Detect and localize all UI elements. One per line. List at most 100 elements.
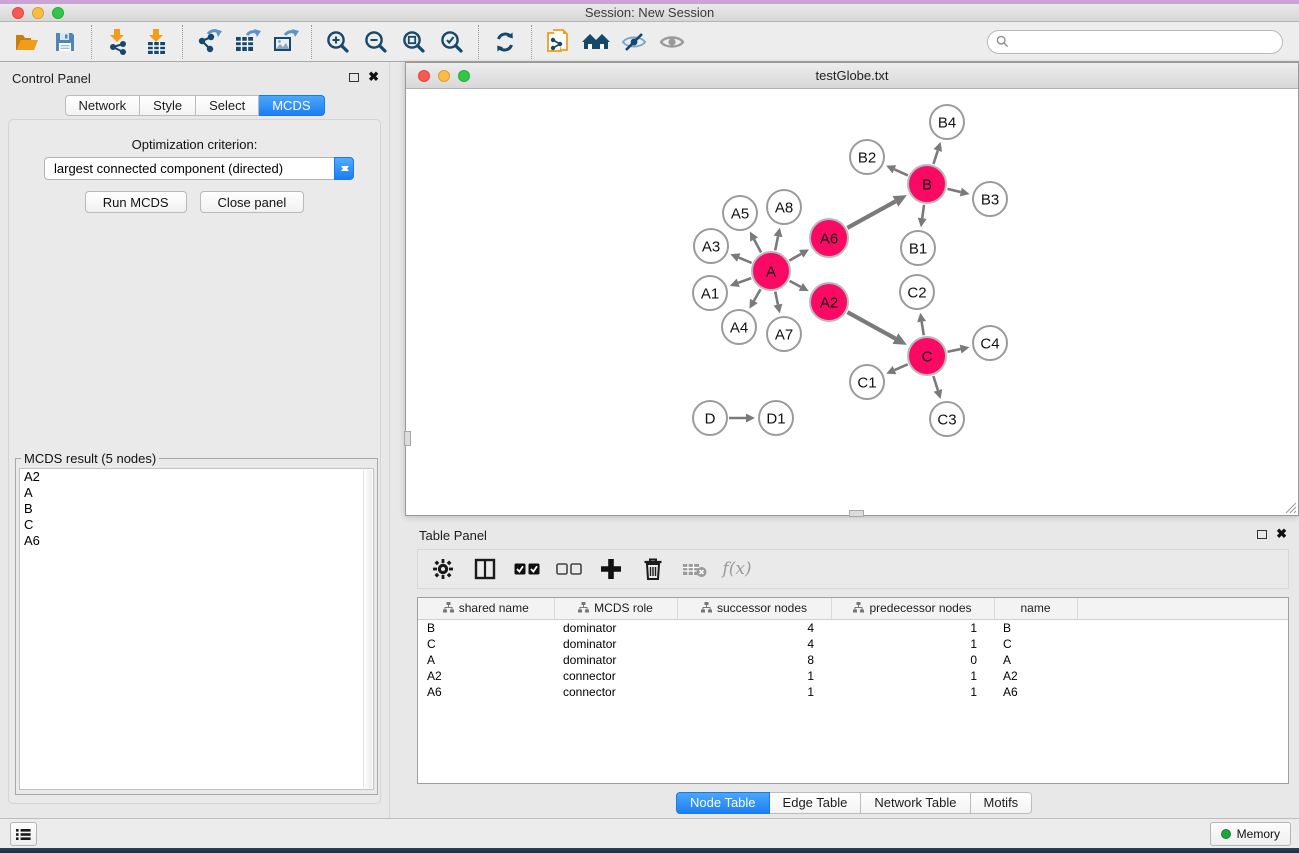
cell-name[interactable]: C bbox=[994, 636, 1077, 652]
cell-successor-nodes[interactable]: 1 bbox=[677, 668, 831, 684]
hide-panels-button[interactable] bbox=[615, 25, 653, 59]
cell-mcds-role[interactable]: dominator bbox=[554, 636, 677, 652]
edge-A6-B[interactable] bbox=[847, 201, 895, 227]
edge-B-B2[interactable] bbox=[894, 169, 907, 175]
show-panels-button[interactable] bbox=[653, 25, 691, 59]
mcds-result-list[interactable]: A2ABCA6 bbox=[19, 468, 374, 790]
delete-column-button[interactable] bbox=[640, 555, 666, 583]
table-row[interactable]: Bdominator41B bbox=[418, 619, 1288, 636]
column-header-name[interactable]: name bbox=[994, 598, 1077, 619]
float-table-panel-icon[interactable] bbox=[1257, 530, 1267, 539]
edge-A-A1[interactable] bbox=[738, 278, 751, 283]
import-network-button[interactable] bbox=[99, 25, 137, 59]
mcds-result-item-b[interactable]: B bbox=[20, 501, 373, 517]
memory-button[interactable]: Memory bbox=[1210, 822, 1291, 846]
edge-A-A8[interactable] bbox=[775, 236, 778, 250]
cell-name[interactable]: A2 bbox=[994, 668, 1077, 684]
node-table[interactable]: shared nameMCDS rolesuccessor nodesprede… bbox=[417, 597, 1289, 784]
task-history-button[interactable] bbox=[10, 822, 37, 846]
cell-shared-name[interactable]: A6 bbox=[418, 684, 554, 700]
tab-node-table[interactable]: Node Table bbox=[676, 792, 770, 814]
network-canvas[interactable]: B4B2BB3A8A5A6A3B1AC2A1A2A4A7C4CC1C3DD1 bbox=[406, 89, 1298, 515]
run-mcds-button[interactable]: Run MCDS bbox=[85, 191, 187, 213]
mcds-result-item-c[interactable]: C bbox=[20, 517, 373, 533]
export-image-button[interactable] bbox=[266, 25, 304, 59]
network-window-titlebar[interactable]: testGlobe.txt bbox=[406, 63, 1298, 89]
criterion-dropdown[interactable]: largest connected component (directed) bbox=[44, 157, 354, 180]
maximize-network-button[interactable] bbox=[458, 70, 470, 82]
edge-C-C2[interactable] bbox=[922, 322, 924, 336]
cell-successor-nodes[interactable]: 4 bbox=[677, 636, 831, 652]
mcds-result-item-a2[interactable]: A2 bbox=[20, 469, 373, 485]
table-row[interactable]: Cdominator41C bbox=[418, 636, 1288, 652]
select-all-button[interactable] bbox=[514, 555, 540, 583]
dropdown-stepper-icon[interactable] bbox=[334, 157, 354, 180]
add-column-button[interactable] bbox=[598, 555, 624, 583]
tab-network-table[interactable]: Network Table bbox=[861, 792, 970, 814]
tab-mcds[interactable]: MCDS bbox=[259, 95, 324, 116]
home-view-button[interactable] bbox=[577, 25, 615, 59]
function-builder-button[interactable]: f(x) bbox=[724, 555, 750, 583]
cell-predecessor-nodes[interactable]: 0 bbox=[831, 652, 994, 668]
close-panel-button[interactable]: Close panel bbox=[200, 191, 305, 213]
cell-mcds-role[interactable]: dominator bbox=[554, 619, 677, 636]
window-controls[interactable] bbox=[12, 7, 64, 19]
table-row[interactable]: A6connector11A6 bbox=[418, 684, 1288, 700]
mcds-result-item-a6[interactable]: A6 bbox=[20, 533, 373, 549]
edge-B-B4[interactable] bbox=[933, 151, 937, 164]
network-graph[interactable]: B4B2BB3A8A5A6A3B1AC2A1A2A4A7C4CC1C3DD1 bbox=[406, 89, 1298, 515]
tab-motifs[interactable]: Motifs bbox=[971, 792, 1033, 814]
edge-A-A2[interactable] bbox=[790, 281, 801, 287]
edge-A-A4[interactable] bbox=[754, 289, 761, 301]
minimize-network-button[interactable] bbox=[438, 70, 450, 82]
close-network-button[interactable] bbox=[418, 70, 430, 82]
cell-mcds-role[interactable]: dominator bbox=[554, 652, 677, 668]
cell-successor-nodes[interactable]: 8 bbox=[677, 652, 831, 668]
resize-grip-icon[interactable] bbox=[1284, 501, 1297, 514]
deselect-all-button[interactable] bbox=[556, 555, 582, 583]
close-window-button[interactable] bbox=[12, 7, 24, 19]
cell-predecessor-nodes[interactable]: 1 bbox=[831, 636, 994, 652]
import-table-button[interactable] bbox=[137, 25, 175, 59]
edge-A-A6[interactable] bbox=[789, 254, 801, 261]
minimize-window-button[interactable] bbox=[32, 7, 44, 19]
column-header-shared-name[interactable]: shared name bbox=[418, 598, 554, 619]
cell-shared-name[interactable]: A2 bbox=[418, 668, 554, 684]
close-table-panel-icon[interactable]: ✖ bbox=[1276, 529, 1287, 539]
network-from-file-button[interactable] bbox=[539, 25, 577, 59]
edge-A-A7[interactable] bbox=[775, 292, 778, 305]
cell-successor-nodes[interactable]: 1 bbox=[677, 684, 831, 700]
zoom-fit-button[interactable] bbox=[395, 25, 433, 59]
cell-mcds-role[interactable]: connector bbox=[554, 668, 677, 684]
split-columns-button[interactable] bbox=[472, 555, 498, 583]
tab-edge-table[interactable]: Edge Table bbox=[770, 792, 862, 814]
bottom-split-handle[interactable] bbox=[849, 510, 864, 517]
column-header-successor-nodes[interactable]: successor nodes bbox=[677, 598, 831, 619]
tab-style[interactable]: Style bbox=[140, 95, 196, 116]
cell-successor-nodes[interactable]: 4 bbox=[677, 619, 831, 636]
list-scrollbar[interactable] bbox=[363, 470, 372, 788]
edge-C-C3[interactable] bbox=[933, 376, 938, 390]
mcds-result-item-a[interactable]: A bbox=[20, 485, 373, 501]
edge-A-A5[interactable] bbox=[754, 239, 761, 252]
search-input[interactable] bbox=[1014, 35, 1274, 49]
save-session-button[interactable] bbox=[46, 25, 84, 59]
cell-mcds-role[interactable]: connector bbox=[554, 684, 677, 700]
cell-name[interactable]: A6 bbox=[994, 684, 1077, 700]
cell-shared-name[interactable]: C bbox=[418, 636, 554, 652]
cell-name[interactable]: B bbox=[994, 619, 1077, 636]
edge-B-B3[interactable] bbox=[947, 189, 960, 192]
zoom-in-button[interactable] bbox=[319, 25, 357, 59]
tab-select[interactable]: Select bbox=[196, 95, 259, 116]
cell-name[interactable]: A bbox=[994, 652, 1077, 668]
tab-network[interactable]: Network bbox=[64, 95, 140, 116]
zoom-selected-button[interactable] bbox=[433, 25, 471, 59]
export-table-button[interactable] bbox=[228, 25, 266, 59]
zoom-out-button[interactable] bbox=[357, 25, 395, 59]
close-panel-icon[interactable]: ✖ bbox=[368, 72, 379, 82]
refresh-layout-button[interactable] bbox=[486, 25, 524, 59]
column-header-predecessor-nodes[interactable]: predecessor nodes bbox=[831, 598, 994, 619]
edge-B-B1[interactable] bbox=[922, 205, 924, 218]
export-network-button[interactable] bbox=[190, 25, 228, 59]
table-row[interactable]: A2connector11A2 bbox=[418, 668, 1288, 684]
